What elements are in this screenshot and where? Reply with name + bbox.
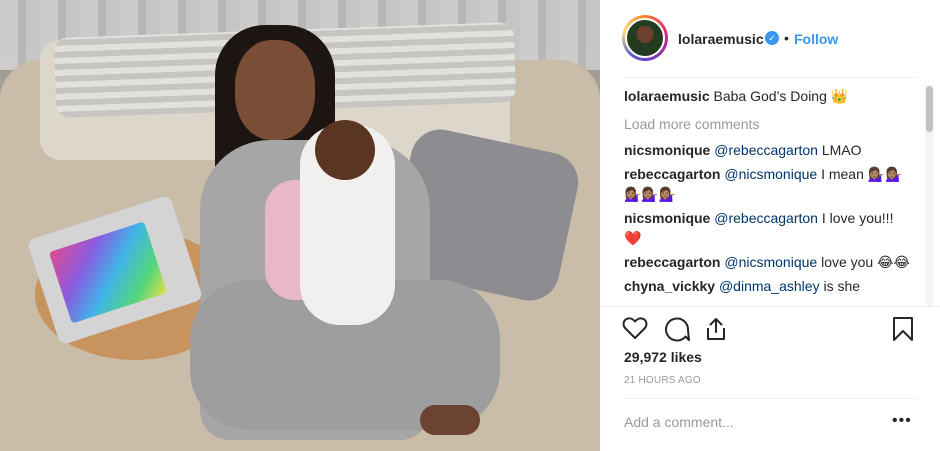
more-options-button[interactable]: •••	[892, 412, 912, 430]
comment-username[interactable]: nicsmonique	[624, 210, 710, 226]
heart-icon[interactable]	[622, 316, 648, 340]
comment-item: chyna_vickky @dinma_ashley is she	[624, 276, 914, 296]
bookmark-icon[interactable]	[892, 316, 914, 342]
comment-username[interactable]: chyna_vickky	[624, 278, 715, 294]
caption: lolaraemusic Baba God’s Doing 👑	[624, 86, 914, 106]
action-bar	[622, 316, 920, 344]
comment-item: rebeccagarton @nicsmonique love you 😂😂	[624, 252, 914, 272]
photo-feet	[420, 405, 480, 435]
comment-username[interactable]: rebeccagarton	[624, 166, 720, 182]
avatar[interactable]	[622, 15, 668, 61]
header-separator: •	[784, 30, 789, 46]
comment-mention[interactable]: @rebeccagarton	[714, 210, 818, 226]
comment-mention[interactable]: @rebeccagarton	[714, 142, 818, 158]
likes-count[interactable]: 29,972 likes	[624, 349, 702, 365]
caption-text: Baba God’s Doing 👑	[713, 88, 849, 104]
comments-list[interactable]: lolaraemusic Baba God’s Doing 👑 Load mor…	[624, 86, 914, 304]
comment-text: LMAO	[821, 142, 862, 158]
verified-badge-icon: ✓	[765, 31, 779, 45]
comment-text: is she	[823, 278, 861, 294]
comment-username[interactable]: rebeccagarton	[624, 254, 720, 270]
comment-mention[interactable]: @nicsmonique	[724, 254, 817, 270]
comment-icon[interactable]	[664, 316, 690, 342]
comments-scrollbar-thumb[interactable]	[926, 86, 933, 132]
comments-scrollbar[interactable]	[925, 84, 934, 306]
header-username[interactable]: lolaraemusic	[678, 31, 764, 47]
comment-mention[interactable]: @nicsmonique	[724, 166, 817, 182]
follow-button[interactable]: Follow	[794, 31, 838, 47]
post-panel: lolaraemusic ✓ • Follow lolaraemusic Bab…	[600, 0, 940, 451]
comment-item: nicsmonique @rebeccagarton LMAO	[624, 140, 914, 160]
comment-item: rebeccagarton @nicsmonique I mean 💁🏽‍♀️💁…	[624, 164, 914, 204]
avatar-image	[625, 18, 665, 58]
comment-mention[interactable]: @dinma_ashley	[719, 278, 820, 294]
post-header: lolaraemusic ✓ • Follow	[600, 0, 940, 78]
post-photo[interactable]	[0, 0, 600, 451]
photo-face	[235, 40, 315, 140]
add-comment-input[interactable]: Add a comment...	[624, 414, 734, 430]
photo-baby-head	[315, 120, 375, 180]
load-more-comments-button[interactable]: Load more comments	[624, 114, 914, 134]
divider	[600, 306, 940, 307]
caption-username[interactable]: lolaraemusic	[624, 88, 710, 104]
divider	[624, 398, 918, 399]
share-icon[interactable]	[704, 316, 728, 342]
comment-username[interactable]: nicsmonique	[624, 142, 710, 158]
comment-item: nicsmonique @rebeccagarton I love you!!!…	[624, 208, 914, 248]
post-timestamp[interactable]: 21 HOURS AGO	[624, 375, 701, 386]
comment-text: love you 😂😂	[821, 254, 910, 270]
divider	[622, 77, 918, 78]
